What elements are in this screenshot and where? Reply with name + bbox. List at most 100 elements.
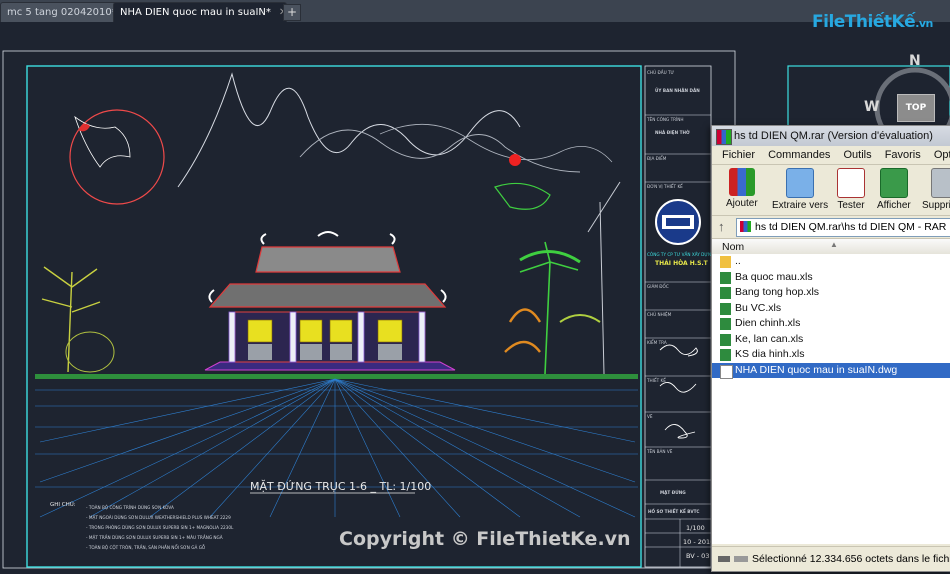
note-line: - TOÀN BỘ CỘT TRÒN, TRẦN, SÀN PHẦN NỔI S…	[86, 545, 206, 550]
tb-label: ỦY BAN NHÂN DÂN	[655, 88, 700, 93]
file-row[interactable]: Bu VC.xls	[712, 301, 950, 317]
archive-icon	[740, 221, 751, 232]
menu-options[interactable]: Options	[934, 149, 950, 161]
viewcube-top-button[interactable]: TOP	[897, 94, 935, 122]
file-name: Bu VC.xls	[735, 301, 782, 314]
archive-path-field[interactable]: hs td DIEN QM.rar\hs td DIEN QM - RAR	[736, 218, 950, 237]
tb-label: HỒ SƠ THIẾT KẾ BVTC	[648, 508, 700, 514]
company-logo	[655, 199, 701, 245]
document-tab-bar: mc 5 tang 02042010* NHA DIEN quoc mau in…	[0, 0, 950, 23]
add-button[interactable]: Ajouter	[726, 168, 758, 209]
file-name: Bang tong hop.xls	[735, 286, 820, 298]
file-row[interactable]: Ke, lan can.xls	[712, 332, 950, 348]
temple-elevation	[204, 231, 456, 371]
file-name: KS dia hinh.xls	[735, 348, 805, 360]
tb-label: MẶT ĐỨNG	[660, 490, 686, 495]
winrar-menu-bar: Fichier Commandes Outils Favoris Options	[712, 146, 950, 165]
compass-north[interactable]: N	[909, 53, 921, 69]
excel-file-icon	[720, 349, 731, 361]
menu-outils[interactable]: Outils	[844, 149, 872, 161]
company-sub: THÁI HÒA H.S.T	[655, 260, 709, 267]
company-name: CÔNG TY CP TƯ VẤN XÂY DỰNG	[647, 252, 714, 257]
trash-icon	[931, 168, 950, 198]
excel-file-icon	[720, 333, 731, 346]
brand-logo: FileThiếtKế.vn	[812, 12, 933, 32]
tb-label: NHÀ ĐIỆN THỜ	[655, 130, 690, 135]
file-name: Ba quoc mau.xls	[735, 270, 813, 283]
delete-button[interactable]: Supprimer	[922, 168, 950, 211]
file-row[interactable]: KS dia hinh.xls	[712, 347, 950, 363]
up-arrow-icon[interactable]: ↑	[718, 216, 725, 238]
mountain-line	[177, 72, 521, 188]
drawing-title: MẶT ĐỨNG TRỤC 1-6 _ TL: 1/100	[250, 480, 431, 493]
tb-label: GIÁM ĐỐC	[647, 284, 669, 289]
excel-file-icon	[720, 318, 731, 330]
tb-label: THIẾT KẾ	[646, 377, 666, 383]
ground-band	[35, 374, 638, 379]
file-row[interactable]: NHA DIEN quoc mau in suaIN.dwg	[712, 362, 950, 379]
view-button[interactable]: Afficher	[877, 168, 911, 211]
file-name: Dien chinh.xls	[735, 317, 801, 329]
ornament-red	[78, 123, 90, 132]
test-icon	[837, 168, 865, 198]
menu-commandes[interactable]: Commandes	[768, 149, 830, 161]
menu-favoris[interactable]: Favoris	[885, 149, 921, 161]
file-list: .. Ba quoc mau.xls Bang tong hop.xls Bu VC.…	[712, 254, 950, 544]
winrar-path-bar: ↑ hs td DIEN QM.rar\hs td DIEN QM - RAR	[712, 216, 950, 239]
winrar-title: hs td DIEN QM.rar (Version d'évaluation)	[734, 130, 933, 142]
notes-list: - TOÀN BỘ CÔNG TRÌNH DÙNG SƠN KOVA - MẶT…	[86, 505, 234, 550]
tab-mc5-tang[interactable]: mc 5 tang 02042010*	[0, 2, 121, 22]
extract-folder-icon	[786, 168, 815, 198]
tb-label: CHỦ NHIỆM	[647, 312, 672, 317]
tab-nha-dien[interactable]: NHA DIEN quoc mau in suaIN*✕	[113, 2, 287, 22]
tb-label: CHỦ ĐẦU TƯ	[647, 70, 675, 75]
excel-file-icon	[720, 271, 731, 284]
perspective-grid	[35, 378, 638, 518]
file-name: Ke, lan can.xls	[735, 332, 804, 345]
note-line: - MẶT NGOÀI DÙNG SƠN DULUX WEATHERSHIELD…	[86, 515, 231, 520]
signatures	[659, 344, 698, 439]
status-text: Sélectionné 12.334.656 octets dans le fi…	[752, 553, 950, 565]
file-row[interactable]: Bang tong hop.xls	[712, 285, 950, 301]
new-tab-plus-icon[interactable]: +	[283, 4, 301, 21]
winrar-status-bar: Sélectionné 12.334.656 octets dans le fi…	[712, 546, 950, 571]
test-button[interactable]: Tester	[837, 168, 865, 211]
compass-west[interactable]: W	[864, 99, 879, 115]
tb-label: TÊN CÔNG TRÌNH	[646, 117, 684, 122]
file-name: ..	[735, 255, 741, 267]
file-row[interactable]: Dien chinh.xls	[712, 316, 950, 332]
dwg-file-icon	[720, 364, 733, 379]
tb-label: KIỂM TRA	[647, 340, 667, 345]
title-block-labels: CHỦ ĐẦU TƯ ỦY BAN NHÂN DÂN TÊN CÔNG TRÌN…	[646, 70, 700, 514]
tb-label: ĐỊA ĐIỂM	[647, 156, 667, 161]
winrar-toolbar: Ajouter Extraire vers Tester Afficher Su…	[712, 165, 950, 216]
red-sun	[509, 154, 521, 166]
menu-fichier[interactable]: Fichier	[722, 149, 755, 161]
tb-label: TÊN BẢN VẼ	[646, 449, 673, 454]
add-archive-icon	[728, 168, 755, 196]
note-line: - MẶT TRẦN DÙNG SƠN DULUX SUPERB SIN 1+ …	[86, 535, 223, 540]
scale-value: 1/100	[686, 524, 705, 532]
excel-file-icon	[720, 302, 731, 315]
folder-icon	[720, 256, 731, 268]
note-line: - TRONG PHÒNG DÙNG SƠN DULUX SUPERB SIN …	[86, 525, 234, 530]
file-row[interactable]: Ba quoc mau.xls	[712, 270, 950, 286]
sort-caret-icon: ▲	[830, 240, 838, 249]
mountain-line	[379, 124, 613, 163]
excel-file-icon	[720, 287, 731, 299]
file-row[interactable]: ..	[712, 254, 950, 270]
winrar-window[interactable]: hs td DIEN QM.rar (Version d'évaluation)…	[711, 125, 950, 572]
file-name: NHA DIEN quoc mau in suaIN.dwg	[735, 363, 898, 376]
copyright-watermark: Copyright © FileThietKe.vn	[339, 528, 631, 550]
sheet-number: BV - 03	[686, 552, 709, 560]
tb-label: ĐƠN VỊ THIẾT KẾ	[647, 183, 683, 189]
key-drive-icon	[718, 556, 748, 562]
extract-to-button[interactable]: Extraire vers	[772, 168, 828, 211]
tb-label: VẼ	[647, 414, 653, 419]
winrar-app-icon	[716, 129, 732, 145]
title-block-values: 1/100 10 - 2010 BV - 03	[683, 524, 714, 560]
note-line: - TOÀN BỘ CÔNG TRÌNH DÙNG SƠN KOVA	[86, 505, 174, 510]
winrar-title-bar[interactable]: hs td DIEN QM.rar (Version d'évaluation)	[712, 126, 950, 146]
date-value: 10 - 2010	[683, 538, 714, 546]
view-book-icon	[879, 168, 908, 198]
